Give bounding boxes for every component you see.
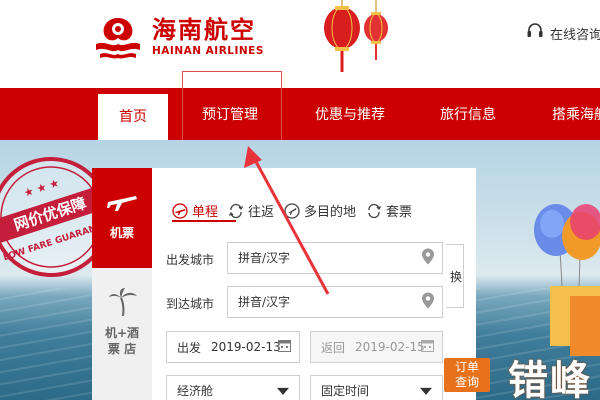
cabin-class-value: 经济舱 <box>177 383 214 398</box>
nav-item-home[interactable]: 首页 <box>98 94 168 140</box>
trip-tab-package-label: 套票 <box>386 205 413 220</box>
palm-tree-icon <box>108 288 138 320</box>
main-nav: 首页 预订管理 优惠与推荐 旅行信息 搭乘海航 <box>0 88 600 140</box>
header: 海南航空 HAINAN AIRLINES 在线咨询 <box>0 0 600 88</box>
departure-time-value: 固定时间 <box>321 383 370 398</box>
depart-date-label: 出发 <box>177 340 202 355</box>
from-city-label: 出发城市 <box>166 253 215 267</box>
trip-tab-multi-city[interactable]: 多目的地 <box>284 201 356 220</box>
from-city-input[interactable] <box>238 251 398 265</box>
active-trip-underline <box>172 220 236 222</box>
from-city-field[interactable] <box>227 242 443 274</box>
location-pin-icon <box>422 292 434 312</box>
to-city-label: 到达城市 <box>166 297 215 311</box>
side-tab-flight-hotel[interactable]: 机+酒 票 店 <box>92 278 152 368</box>
order-query-button[interactable]: 订单 查询 <box>444 358 490 392</box>
to-city-input[interactable] <box>238 295 398 309</box>
plane-icon <box>106 190 138 216</box>
side-tab-flight-hotel-line1: 机+酒 <box>104 326 140 340</box>
booking-side-tabs: 机票 机+酒 票 店 <box>92 168 152 400</box>
departure-time-select[interactable]: 固定时间 <box>310 375 443 400</box>
return-date-field[interactable]: 返回 2019-02-15 <box>310 331 443 363</box>
trip-tab-one-way-label: 单程 <box>192 205 219 220</box>
side-tab-flights[interactable]: 机票 <box>92 168 152 268</box>
nav-item-offers[interactable]: 优惠与推荐 <box>298 88 402 140</box>
depart-date-value: 2019-02-13 <box>211 340 281 354</box>
brand-name-en: HAINAN AIRLINES <box>152 45 264 57</box>
calendar-icon <box>421 339 434 355</box>
trip-tab-one-way[interactable]: 单程 <box>172 201 218 220</box>
trip-tab-package[interactable]: 套票 <box>366 201 412 220</box>
trip-tab-round-trip-label: 往返 <box>248 205 275 220</box>
online-consult-label: 在线咨询 <box>550 27 600 43</box>
depart-date-field[interactable]: 出发 2019-02-13 <box>166 331 300 363</box>
brand-logo[interactable]: 海南航空 HAINAN AIRLINES <box>92 14 264 60</box>
return-date-value: 2019-02-15 <box>355 340 425 354</box>
plane-icon <box>172 202 188 219</box>
hainan-logo-mark-icon <box>92 14 144 60</box>
side-tab-flight-hotel-line2: 票 店 <box>107 342 137 356</box>
cabin-class-select[interactable]: 经济舱 <box>166 375 300 400</box>
banner-headline: 错峰 <box>508 358 592 400</box>
multi-city-icon <box>284 202 300 219</box>
headset-icon <box>526 22 544 44</box>
return-date-label: 返回 <box>321 340 346 355</box>
order-query-line1: 订单 <box>454 360 479 374</box>
chevron-down-icon <box>420 387 432 395</box>
side-tab-flights-label: 机票 <box>109 226 134 240</box>
brand-name-cn: 海南航空 <box>152 16 256 44</box>
order-query-line2: 查询 <box>454 375 479 389</box>
nav-item-booking-management[interactable]: 预订管理 <box>184 88 276 140</box>
swap-label: 换 <box>449 269 462 284</box>
online-consult-link[interactable]: 在线咨询 <box>526 22 600 44</box>
trip-tab-round-trip[interactable]: 往返 <box>228 201 274 220</box>
chevron-down-icon <box>277 387 289 395</box>
nav-item-fly-hainan[interactable]: 搭乘海航 <box>540 88 600 140</box>
nav-item-travel-info[interactable]: 旅行信息 <box>424 88 512 140</box>
swap-cities-button[interactable]: 换 <box>446 244 464 308</box>
to-city-field[interactable] <box>227 286 443 318</box>
lantern-decoration-icon <box>320 0 400 88</box>
trip-type-tabs: 单程 往返 多目的地 套票 <box>172 201 422 220</box>
round-trip-icon <box>228 203 244 218</box>
calendar-icon <box>278 339 291 355</box>
location-pin-icon <box>422 248 434 268</box>
trip-tab-multi-city-label: 多目的地 <box>304 205 357 220</box>
package-icon <box>368 203 382 218</box>
booking-panel: 单程 往返 多目的地 套票 <box>152 168 476 400</box>
